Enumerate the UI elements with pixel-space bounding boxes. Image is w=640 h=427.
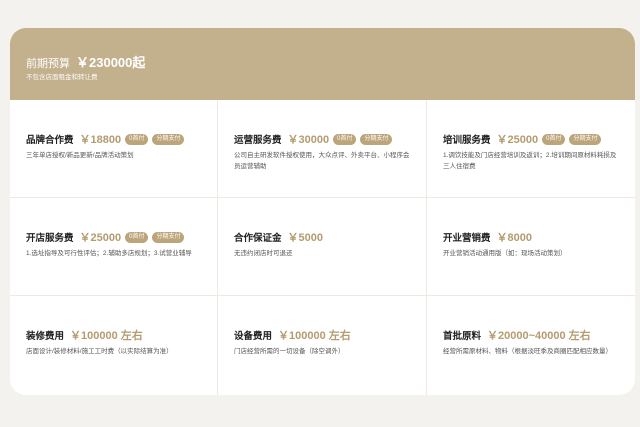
fee-desc: 三年单店授权/新品更新/品牌活动策划 — [26, 152, 134, 159]
fee-cell-deposit: 合作保证金 ￥5000 无违约闭店时可退还 — [218, 198, 427, 296]
badge-zero-down: 0首付 — [542, 133, 566, 145]
fee-name: 品牌合作费 — [26, 135, 74, 146]
fee-desc: 公司自主研发软件授权使用，大众点评、外卖平台、小程序会员运营辅助 — [234, 152, 410, 170]
fee-name: 开店服务费 — [26, 233, 74, 244]
fee-desc: 经营所需原材料、物料（根据淡旺季及商圈匹配相应数量） — [443, 348, 612, 355]
fee-desc: 门店经营所需的一切设备（除空调外） — [234, 348, 345, 355]
fee-name: 首批原料 — [443, 331, 482, 342]
fee-desc: 开业营销活动通用版（如：现场活动策划） — [443, 250, 567, 257]
budget-label: 前期预算 — [26, 58, 70, 70]
fee-price: ￥20000~40000 左右 — [487, 330, 591, 342]
budget-card: 前期预算 ￥230000起 不包含店面租金和转让费 品牌合作费 ￥18800 0首… — [10, 28, 635, 395]
fee-cell-operation: 运营服务费 ￥30000 0首付 分期支付 公司自主研发软件授权使用，大众点评、… — [218, 100, 427, 198]
fee-name: 培训服务费 — [443, 135, 491, 146]
fee-cell-opening: 开店服务费 ￥25000 0首付 分期支付 1.选址指导及可行性评估；2.辅助多… — [10, 198, 218, 296]
badge-installment: 分期支付 — [569, 133, 602, 145]
fee-price: ￥100000 左右 — [278, 330, 351, 342]
fee-cell-brand: 品牌合作费 ￥18800 0首付 分期支付 三年单店授权/新品更新/品牌活动策划 — [10, 100, 218, 198]
budget-title: 前期预算 ￥230000起 — [26, 52, 145, 71]
fee-desc: 无违约闭店时可退还 — [234, 250, 293, 257]
fee-name: 设备费用 — [234, 331, 273, 342]
fee-desc: 1.调饮技能及门店经营培训及返训；2.培训期间原材料耗损及三人住宿费 — [443, 152, 617, 170]
fee-cell-equipment: 设备费用 ￥100000 左右 门店经营所需的一切设备（除空调外） — [218, 296, 427, 395]
fee-desc: 1.选址指导及可行性评估；2.辅助多店规划；3.试营业辅导 — [26, 250, 192, 257]
fee-price: ￥5000 — [287, 232, 323, 244]
budget-subtitle: 不包含店面租金和转让费 — [26, 74, 98, 81]
badge-installment: 分期支付 — [152, 133, 185, 145]
fee-price: ￥25000 — [79, 232, 122, 244]
fee-price: ￥30000 — [287, 134, 330, 146]
budget-total-price: ￥230000起 — [76, 55, 146, 70]
badge-zero-down: 0首付 — [125, 231, 149, 243]
fee-name: 装修费用 — [26, 331, 65, 342]
badge-zero-down: 0首付 — [125, 133, 149, 145]
fee-cell-materials: 首批原料 ￥20000~40000 左右 经营所需原材料、物料（根据淡旺季及商圈… — [427, 296, 635, 395]
badge-zero-down: 0首付 — [333, 133, 357, 145]
fee-cell-decoration: 装修费用 ￥100000 左右 店面设计/装修材料/施工工时费（以实际结算为准） — [10, 296, 218, 395]
fee-grid: 品牌合作费 ￥18800 0首付 分期支付 三年单店授权/新品更新/品牌活动策划… — [10, 100, 635, 395]
fee-price: ￥8000 — [496, 232, 532, 244]
fee-cell-training: 培训服务费 ￥25000 0首付 分期支付 1.调饮技能及门店经营培训及返训；2… — [427, 100, 635, 198]
fee-name: 运营服务费 — [234, 135, 282, 146]
fee-desc: 店面设计/装修材料/施工工时费（以实际结算为准） — [26, 348, 173, 355]
fee-name: 合作保证金 — [234, 233, 282, 244]
fee-name: 开业营销费 — [443, 233, 491, 244]
badge-installment: 分期支付 — [152, 231, 185, 243]
fee-cell-marketing: 开业营销费 ￥8000 开业营销活动通用版（如：现场活动策划） — [427, 198, 635, 296]
badge-installment: 分期支付 — [360, 133, 393, 145]
budget-header: 前期预算 ￥230000起 不包含店面租金和转让费 — [10, 28, 635, 100]
fee-price: ￥100000 左右 — [70, 330, 143, 342]
fee-price: ￥18800 — [79, 134, 122, 146]
fee-price: ￥25000 — [496, 134, 539, 146]
